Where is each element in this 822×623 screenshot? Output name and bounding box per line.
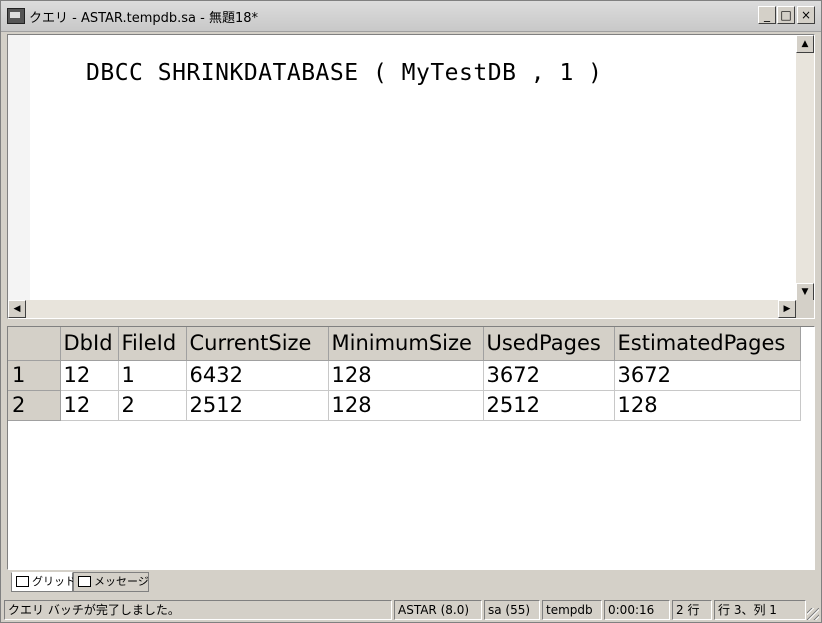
cell-fileid[interactable]: 2 [118, 390, 187, 421]
cell-estimatedpages[interactable]: 128 [614, 390, 801, 421]
column-header-currentsize[interactable]: CurrentSize [186, 327, 329, 361]
scroll-down-button[interactable]: ▼ [796, 283, 814, 301]
cell-usedpages[interactable]: 3672 [483, 360, 615, 391]
tab-grid-label: グリッド [32, 575, 76, 588]
messages-icon [78, 576, 91, 587]
column-header-dbid[interactable]: DbId [60, 327, 119, 361]
corner-header[interactable] [8, 327, 61, 361]
title-bar[interactable]: クエリ - ASTAR.tempdb.sa - 無題18* _ □ × [1, 1, 821, 32]
cell-dbid[interactable]: 12 [60, 390, 119, 421]
status-message: クエリ バッチが完了しました。 [4, 600, 392, 620]
grid-icon [16, 576, 29, 587]
row-header[interactable]: 2 [8, 390, 61, 421]
query-editor[interactable]: DBCC SHRINKDATABASE ( MyTestDB , 1 ) ▲ ▼… [7, 34, 815, 319]
cell-currentsize[interactable]: 6432 [186, 360, 329, 391]
window-title: クエリ - ASTAR.tempdb.sa - 無題18* [29, 11, 259, 26]
scroll-up-button[interactable]: ▲ [796, 35, 814, 53]
status-user: sa (55) [484, 600, 540, 620]
tab-messages-label: メッセージ [94, 575, 149, 588]
resize-grip-icon[interactable] [807, 608, 819, 620]
close-button[interactable]: × [797, 6, 815, 24]
query-window-icon [7, 8, 25, 24]
editor-horizontal-scrollbar[interactable]: ◀ ▶ [8, 300, 796, 318]
cell-usedpages[interactable]: 2512 [483, 390, 615, 421]
column-header-estimatedpages[interactable]: EstimatedPages [614, 327, 801, 361]
status-bar: クエリ バッチが完了しました。 ASTAR (8.0) sa (55) temp… [1, 598, 821, 622]
status-elapsed: 0:00:16 [604, 600, 670, 620]
row-header[interactable]: 1 [8, 360, 61, 391]
scroll-left-button[interactable]: ◀ [8, 300, 26, 318]
query-window: クエリ - ASTAR.tempdb.sa - 無題18* _ □ × DBCC… [0, 0, 822, 623]
tab-messages[interactable]: メッセージ [73, 572, 149, 592]
editor-vertical-scrollbar[interactable]: ▲ ▼ [796, 35, 814, 301]
table-row: 2 12 2 2512 128 2512 128 [8, 390, 801, 421]
cell-minimumsize[interactable]: 128 [328, 390, 484, 421]
cell-minimumsize[interactable]: 128 [328, 360, 484, 391]
cell-estimatedpages[interactable]: 3672 [614, 360, 801, 391]
results-grid[interactable]: DbId FileId CurrentSize MinimumSize Used… [7, 326, 815, 570]
code-line[interactable]: DBCC SHRINKDATABASE ( MyTestDB , 1 ) [86, 60, 603, 86]
results-table: DbId FileId CurrentSize MinimumSize Used… [8, 327, 801, 421]
scrollbar-corner [796, 300, 814, 318]
status-rows: 2 行 [672, 600, 712, 620]
status-position: 行 3、列 1 [714, 600, 806, 620]
column-header-usedpages[interactable]: UsedPages [483, 327, 615, 361]
column-header-fileid[interactable]: FileId [118, 327, 187, 361]
status-database: tempdb [542, 600, 602, 620]
column-header-minimumsize[interactable]: MinimumSize [328, 327, 484, 361]
cell-currentsize[interactable]: 2512 [186, 390, 329, 421]
tab-grid[interactable]: グリッド [11, 572, 76, 592]
minimize-button[interactable]: _ [758, 6, 776, 24]
scroll-right-button[interactable]: ▶ [778, 300, 796, 318]
header-row: DbId FileId CurrentSize MinimumSize Used… [8, 327, 801, 361]
table-row: 1 12 1 6432 128 3672 3672 [8, 360, 801, 391]
cell-fileid[interactable]: 1 [118, 360, 187, 391]
maximize-button[interactable]: □ [777, 6, 795, 24]
editor-gutter [8, 35, 30, 300]
status-server: ASTAR (8.0) [394, 600, 482, 620]
cell-dbid[interactable]: 12 [60, 360, 119, 391]
